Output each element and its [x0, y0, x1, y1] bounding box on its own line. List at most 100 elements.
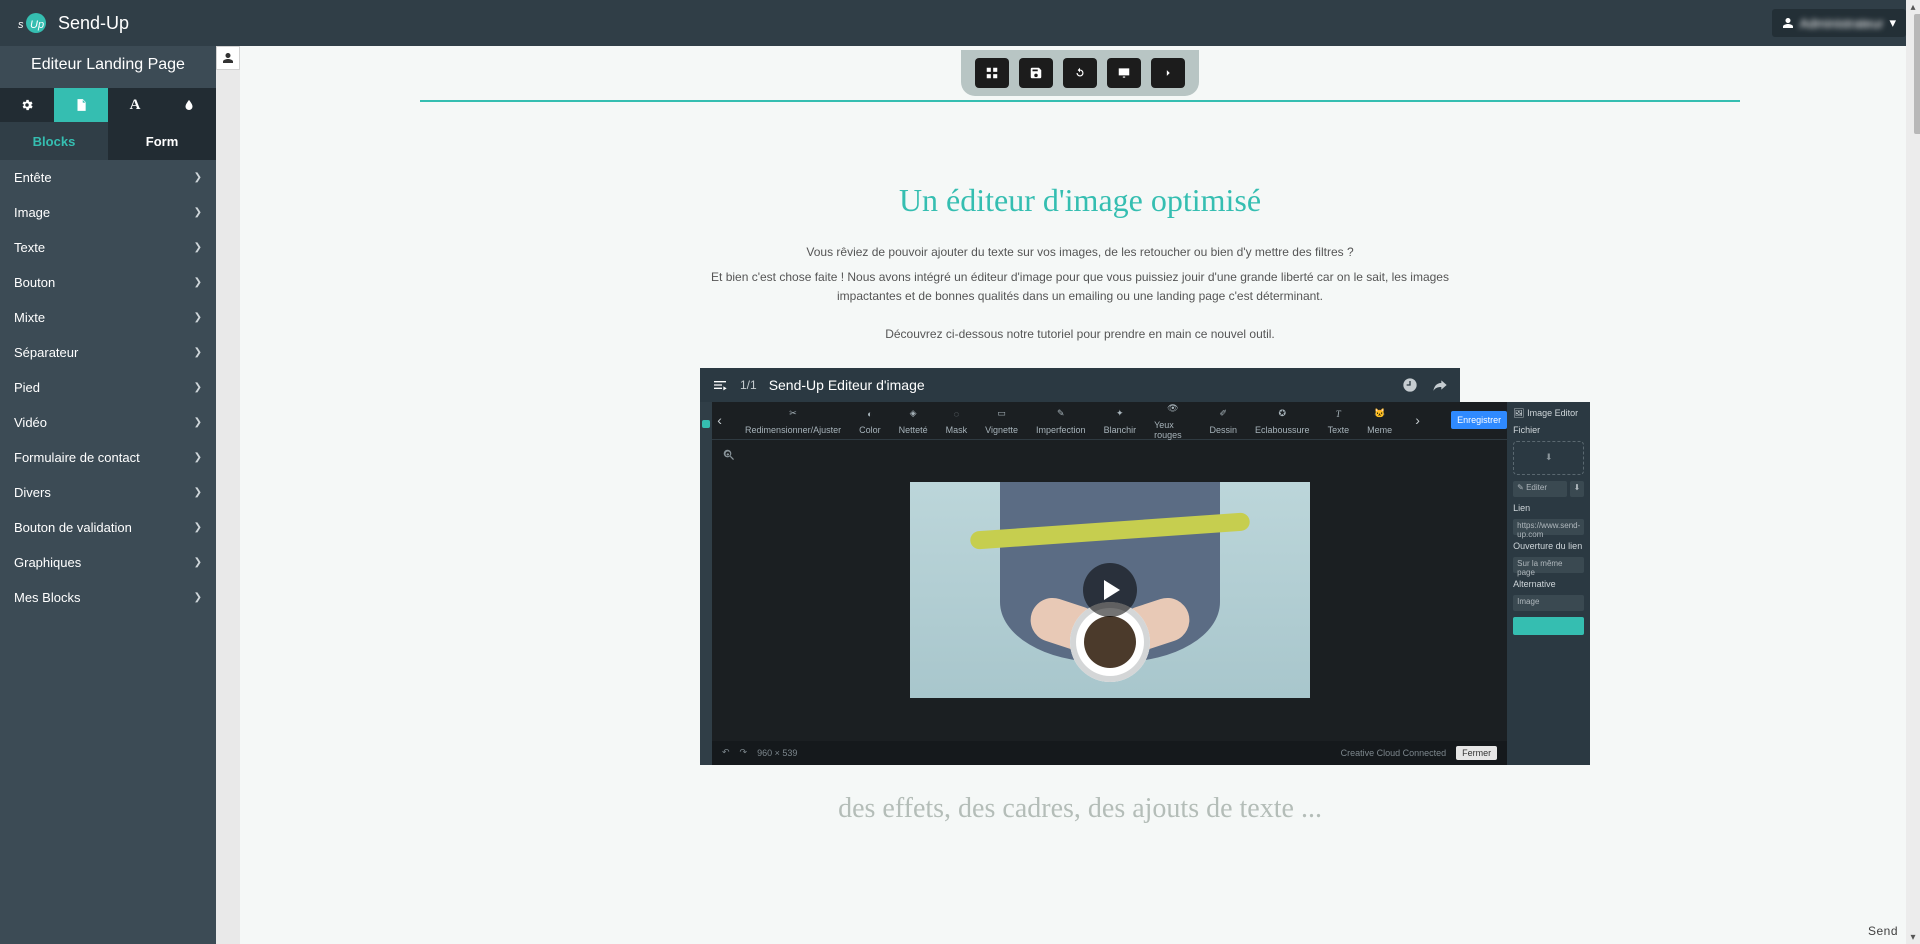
gear-icon [20, 98, 34, 112]
toolbar-save-button[interactable] [1019, 58, 1053, 88]
sidebar-item-pied[interactable]: Pied❯ [0, 370, 216, 405]
chevron-right-icon: ❯ [194, 452, 202, 463]
alt-field[interactable]: Image [1513, 595, 1584, 611]
video-left-panel [700, 402, 712, 765]
scroll-down-icon[interactable]: ▾ [1906, 930, 1920, 944]
sidebar-item-mes-blocks[interactable]: Mes Blocks ❯ [0, 580, 216, 615]
video-header: 1/1 Send-Up Editeur d'image [700, 368, 1460, 402]
chevron-right-icon: ❯ [194, 382, 202, 393]
video-tool: 🐱Meme [1367, 406, 1392, 435]
scroll-up-icon[interactable]: ▴ [1906, 0, 1920, 14]
text-icon: A [130, 97, 141, 114]
video-title: Send-Up Editeur d'image [769, 377, 925, 393]
section-paragraph: Découvrez ci-dessous notre tutoriel pour… [700, 325, 1460, 344]
undo-icon[interactable]: ↶ [722, 747, 730, 758]
tab-form[interactable]: Form [108, 122, 216, 160]
redo-icon[interactable]: ↷ [740, 747, 748, 758]
mode-color-button[interactable] [162, 88, 216, 122]
watch-later-icon[interactable] [1402, 377, 1418, 393]
mode-text-button[interactable]: A [108, 88, 162, 122]
page-icon [74, 98, 88, 112]
canvas-toolbar [961, 50, 1199, 96]
play-button[interactable] [1083, 563, 1137, 617]
scroll-thumb[interactable] [1914, 14, 1920, 134]
section-paragraph: Vous rêviez de pouvoir ajouter du texte … [700, 243, 1460, 262]
video-close-button[interactable]: Fermer [1456, 746, 1497, 760]
video-tool: ✪Eclaboussure [1255, 406, 1310, 435]
video-save-button[interactable]: Enregistrer [1451, 411, 1507, 429]
video-tool: ✐Dessin [1210, 406, 1238, 435]
chevron-right-icon: ❯ [194, 242, 202, 253]
outer-scrollbar[interactable]: ▴ ▾ [1906, 0, 1920, 944]
sidebar-item-texte[interactable]: Texte❯ [0, 230, 216, 265]
right-panel-title: 🖼 Image Editor [1513, 408, 1584, 419]
chevron-right-icon: ❯ [194, 592, 202, 603]
video-tool: ▭Vignette [985, 406, 1018, 435]
sidebar-item-separateur[interactable]: Séparateur❯ [0, 335, 216, 370]
chevron-right-icon: ❯ [194, 522, 202, 533]
mini-userbar [216, 46, 240, 944]
toolbar-next-button[interactable] [1151, 58, 1185, 88]
video-tool: ◌Mask [946, 406, 968, 435]
toolbar-refresh-button[interactable] [1063, 58, 1097, 88]
sidebar-item-label: Mes Blocks [14, 590, 80, 605]
video-tool: ✎Imperfection [1036, 406, 1086, 435]
grid-icon [985, 66, 999, 80]
mini-user-button[interactable] [216, 46, 240, 70]
arrow-right-icon [1161, 66, 1175, 80]
video-index: 1/1 [740, 378, 757, 392]
sidebar-item-label: Bouton de validation [14, 520, 132, 535]
chevron-left-icon[interactable]: ‹ [712, 401, 727, 439]
edit-button[interactable]: ✎ Editer [1513, 481, 1566, 497]
playlist-icon [712, 377, 728, 393]
toolbar-grid-button[interactable] [975, 58, 1009, 88]
zoom-icon[interactable] [722, 448, 736, 462]
download-button[interactable]: ⬇ [1570, 481, 1585, 497]
sidebar-item-bouton[interactable]: Bouton ❯ [0, 265, 216, 300]
video-tool: 👁Yeux rouges [1154, 401, 1191, 440]
sidebar-item-image[interactable]: Image❯ [0, 195, 216, 230]
link-field[interactable]: https://www.send-up.com [1513, 519, 1584, 535]
refresh-icon [1073, 66, 1087, 80]
sidebar-item-formulaire[interactable]: Formulaire de contact❯ [0, 440, 216, 475]
mode-page-button[interactable] [54, 88, 108, 122]
sidebar-list: Entête❯ Image❯ Texte❯ Bouton❯ Mixte❯ Sép… [0, 160, 216, 944]
sidebar-item-mixte[interactable]: Mixte❯ [0, 300, 216, 335]
drop-icon [183, 98, 195, 112]
video-tool: ◐Color [859, 406, 881, 435]
right-section-label: Ouverture du lien [1513, 541, 1584, 551]
video-right-panel: 🖼 Image Editor Fichier ⬇ ✎ Editer⬇ Lien … [1507, 402, 1590, 765]
video-tool: ◈Netteté [899, 406, 928, 435]
tab-blocks[interactable]: Blocks [0, 122, 108, 160]
right-section-label: Lien [1513, 503, 1584, 513]
mode-settings-button[interactable] [0, 88, 54, 122]
user-icon [222, 52, 234, 64]
user-name: Administrateur [1800, 16, 1884, 31]
sidebar-item-entete[interactable]: Entête❯ [0, 160, 216, 195]
chevron-right-icon: ❯ [194, 347, 202, 358]
canvas: Un éditeur d'image optimisé Vous rêviez … [240, 46, 1920, 944]
sidebar-item-bouton-validation[interactable]: Bouton de validation ❯ [0, 510, 216, 545]
open-field[interactable]: Sur la même page [1513, 557, 1584, 573]
section-title: Un éditeur d'image optimisé [240, 182, 1920, 219]
sidebar-item-label: Image [14, 205, 50, 220]
svg-text:Up: Up [30, 19, 44, 31]
apply-button[interactable] [1513, 617, 1584, 635]
right-section-label: Fichier [1513, 425, 1584, 435]
chevron-right-icon[interactable]: › [1410, 401, 1425, 439]
user-menu-button[interactable]: Administrateur ▾ [1772, 9, 1906, 37]
sidebar-item-label: Bouton [14, 275, 55, 290]
caret-down-icon: ▾ [1889, 15, 1896, 31]
upload-box[interactable]: ⬇ [1513, 441, 1584, 475]
svg-text:s: s [18, 19, 24, 31]
sidebar-item-video[interactable]: Vidéo❯ [0, 405, 216, 440]
save-icon [1029, 66, 1043, 80]
toolbar-preview-button[interactable] [1107, 58, 1141, 88]
sidebar-item-graphiques[interactable]: Graphiques❯ [0, 545, 216, 580]
sidebar-item-divers[interactable]: Divers❯ [0, 475, 216, 510]
play-icon [1104, 580, 1120, 600]
share-icon[interactable] [1432, 377, 1448, 393]
logo-icon: s Up [14, 12, 48, 34]
video-block[interactable]: 1/1 Send-Up Editeur d'image [700, 368, 1460, 765]
chevron-right-icon: ❯ [194, 277, 202, 288]
